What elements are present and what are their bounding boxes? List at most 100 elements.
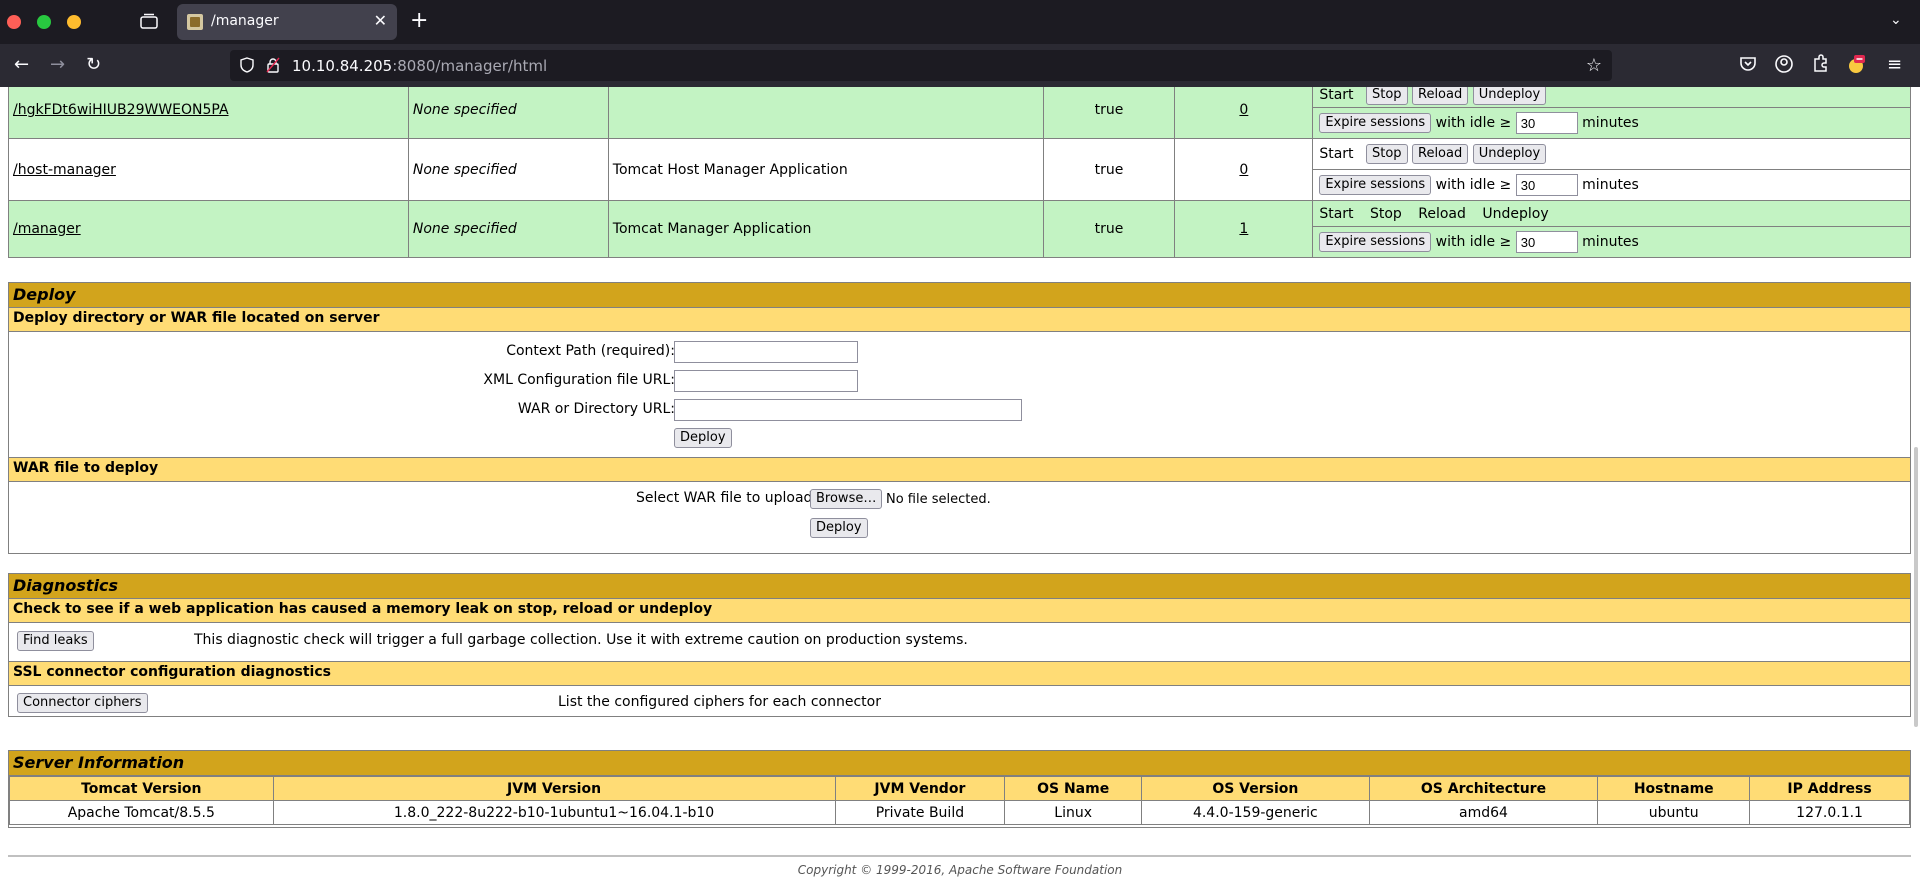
app-display-name [607, 87, 1044, 139]
expire-sessions-cell: Expire sessions with idle ≥ minutes [1312, 226, 1911, 258]
find-leaks-description: This diagnostic check will trigger a ful… [194, 632, 968, 648]
browse-button[interactable]: Browse… [810, 489, 883, 509]
app-path-link[interactable]: /manager [13, 221, 81, 237]
idle-minutes-input[interactable] [1515, 174, 1578, 196]
value-os-architecture: amd64 [1368, 800, 1599, 825]
stop-button[interactable]: Stop [1365, 87, 1408, 105]
app-path-link[interactable]: /hgkFDt6wiHIUB29WWEON5PA [13, 102, 229, 118]
scrollbar-thumb[interactable] [1914, 447, 1918, 727]
footer-copyright: Copyright © 1999-2016, Apache Software F… [797, 863, 1123, 877]
minutes-label: minutes [1582, 177, 1639, 193]
value-os-name: Linux [1004, 800, 1143, 825]
table-row: /host-manager None specified Tomcat Host… [8, 138, 1911, 201]
pocket-icon[interactable] [1738, 54, 1758, 74]
war-dir-input[interactable] [674, 399, 1022, 421]
value-tomcat-version: Apache Tomcat/8.5.5 [9, 800, 274, 825]
addon-badge-icon[interactable] [1846, 54, 1866, 74]
app-display-name: Tomcat Manager Application [607, 200, 1044, 258]
expire-sessions-button[interactable]: Expire sessions [1319, 113, 1432, 133]
back-arrow-icon[interactable]: ← [14, 54, 29, 76]
app-version: None specified [407, 87, 609, 139]
xml-config-input[interactable] [674, 370, 858, 392]
tab-list-icon[interactable] [140, 13, 158, 29]
shield-icon[interactable] [240, 57, 254, 73]
window-close-button[interactable] [7, 15, 21, 29]
app-path-link[interactable]: /host-manager [13, 162, 116, 178]
context-path-input[interactable] [674, 341, 858, 363]
idle-minutes-input[interactable] [1515, 112, 1578, 134]
account-icon[interactable] [1774, 54, 1794, 74]
app-path-cell: /hgkFDt6wiHIUB29WWEON5PA [8, 87, 409, 139]
undeploy-label: Undeploy [1482, 205, 1549, 222]
idle-minutes-input[interactable] [1515, 231, 1578, 253]
expire-sessions-cell: Expire sessions with idle ≥ minutes [1312, 107, 1911, 139]
tab-bar: /manager ✕ + ⌄ [0, 0, 1920, 44]
forward-arrow-icon[interactable]: → [50, 54, 65, 76]
header-ip-address: IP Address [1749, 776, 1910, 801]
war-file-subtitle: WAR file to deploy [9, 458, 1910, 482]
minutes-label: minutes [1582, 234, 1639, 250]
war-upload-form: Select WAR file to upload Browse… No fil… [9, 482, 1910, 548]
undeploy-button[interactable]: Undeploy [1472, 87, 1547, 105]
table-row: /hgkFDt6wiHIUB29WWEON5PA None specified … [8, 87, 1911, 139]
stop-button[interactable]: Stop [1365, 144, 1408, 164]
start-label: Start [1319, 146, 1354, 162]
deploy-war-button[interactable]: Deploy [810, 518, 868, 538]
find-leaks-button[interactable]: Find leaks [17, 631, 94, 651]
app-running: true [1042, 200, 1176, 258]
deploy-server-subtitle: Deploy directory or WAR file located on … [9, 308, 1910, 332]
deploy-server-button[interactable]: Deploy [674, 428, 732, 448]
context-path-label: Context Path (required): [506, 343, 675, 359]
diagnostics-title: Diagnostics [9, 574, 1910, 599]
table-row: Apache Tomcat/8.5.5 1.8.0_222-8u222-b10-… [9, 800, 1910, 825]
bookmark-star-icon[interactable]: ☆ [1586, 55, 1602, 76]
expire-sessions-button[interactable]: Expire sessions [1319, 175, 1432, 195]
tomcat-favicon-icon [187, 14, 203, 30]
deploy-server-form: Context Path (required): XML Configurati… [9, 332, 1910, 458]
reload-label: Reload [1418, 205, 1466, 222]
window-minimize-button[interactable] [67, 15, 81, 29]
window-maximize-button[interactable] [37, 15, 51, 29]
value-ip-address: 127.0.1.1 [1749, 800, 1910, 825]
undeploy-button[interactable]: Undeploy [1472, 144, 1547, 164]
app-sessions-link[interactable]: 1 [1239, 221, 1248, 237]
value-jvm-vendor: Private Build [834, 800, 1006, 825]
header-os-architecture: OS Architecture [1368, 776, 1599, 801]
hamburger-menu-icon[interactable]: ≡ [1887, 54, 1902, 76]
connector-ciphers-button[interactable]: Connector ciphers [17, 693, 148, 713]
app-path-cell: /manager [8, 200, 409, 258]
app-commands: Start Stop Reload Undeploy [1312, 87, 1911, 108]
with-idle-label: with idle ≥ [1435, 115, 1512, 131]
url-text[interactable]: 10.10.84.205:8080/manager/html [292, 57, 547, 75]
expire-sessions-cell: Expire sessions with idle ≥ minutes [1312, 169, 1911, 201]
url-host: 10.10.84.205 [292, 57, 393, 75]
browser-tab[interactable]: /manager ✕ [177, 4, 397, 40]
insecure-lock-icon[interactable] [266, 57, 280, 73]
value-jvm-version: 1.8.0_222-8u222-b10-1ubuntu1~16.04.1-b10 [272, 800, 836, 825]
reload-button[interactable]: Reload [1412, 144, 1469, 164]
app-running: true [1042, 138, 1176, 201]
app-version: None specified [407, 138, 609, 201]
app-sessions-link[interactable]: 0 [1239, 162, 1248, 178]
memory-leak-subtitle: Check to see if a web application has ca… [9, 599, 1910, 623]
url-bar[interactable]: 10.10.84.205:8080/manager/html ☆ [230, 50, 1612, 81]
chevron-down-icon[interactable]: ⌄ [1890, 12, 1902, 28]
app-sessions-cell: 0 [1174, 138, 1314, 201]
expire-sessions-button[interactable]: Expire sessions [1319, 232, 1432, 252]
minutes-label: minutes [1582, 115, 1639, 131]
extensions-icon[interactable] [1810, 54, 1830, 74]
diagnostics-section: Diagnostics Check to see if a web applic… [8, 573, 1911, 717]
app-sessions-link[interactable]: 0 [1239, 102, 1248, 118]
app-running: true [1042, 87, 1176, 139]
new-tab-icon[interactable]: + [410, 8, 428, 34]
value-os-version: 4.4.0-159-generic [1141, 800, 1370, 825]
stop-label: Stop [1369, 205, 1402, 222]
close-icon[interactable]: ✕ [374, 11, 387, 30]
with-idle-label: with idle ≥ [1435, 177, 1512, 193]
header-os-version: OS Version [1141, 776, 1370, 801]
no-file-selected: No file selected. [886, 492, 991, 507]
reload-icon[interactable]: ↻ [86, 54, 101, 76]
footer-divider [8, 855, 1911, 857]
reload-button[interactable]: Reload [1412, 87, 1469, 105]
navigation-bar: ← → ↻ 10.10.84.205:8080/manager/html ☆ ≡ [0, 44, 1920, 87]
